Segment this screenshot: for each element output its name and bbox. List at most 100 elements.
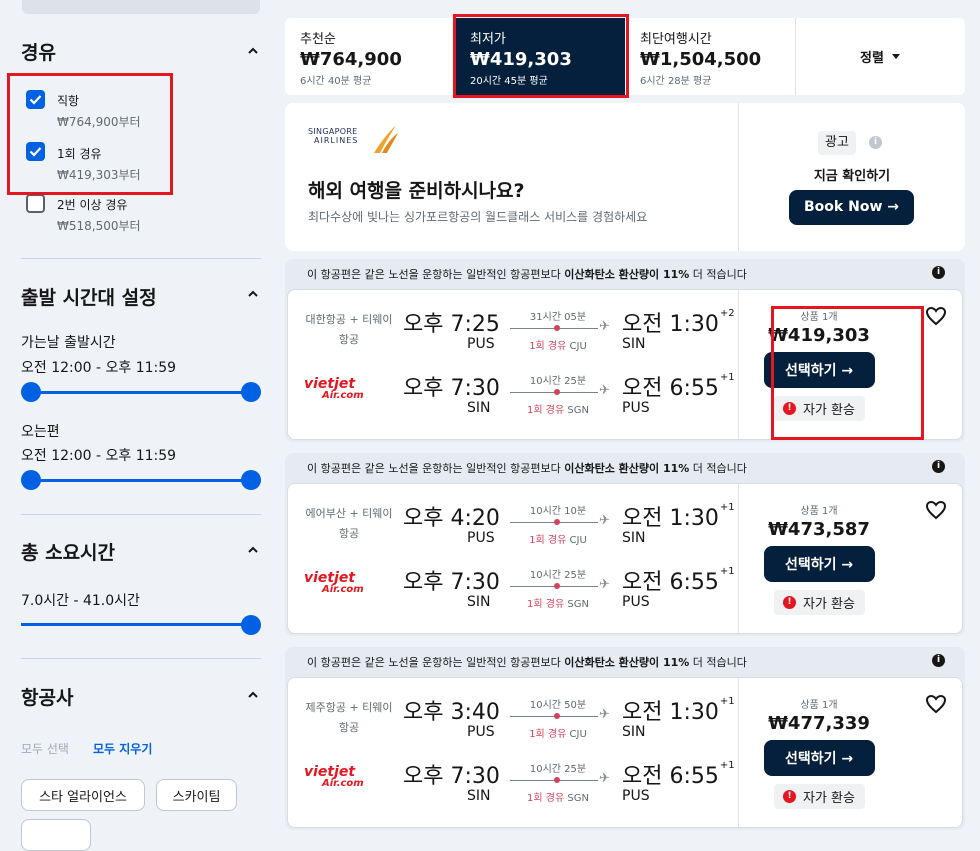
flight-card[interactable]: 제주항공 + 티웨이항공 오후 3:40 PUS 10시간 50분 ✈ 1회 경유 CJU…	[287, 677, 963, 828]
stop-count: 1회 경유	[529, 729, 567, 740]
select-all-link[interactable]: 모두 선택	[21, 740, 69, 757]
plane-icon: ✈	[599, 513, 610, 528]
chevron-up-icon[interactable]	[247, 689, 259, 701]
eco-text: 이 항공편은 같은 노선을 운항하는 일반적인 항공편보다	[307, 268, 565, 281]
ad-banner[interactable]: SINGAPORE AIRLINES 해외 여행을 준비하시나요? 최다수상에 …	[285, 103, 965, 251]
flight-card[interactable]: 에어부산 + 티웨이항공 오후 4:20 PUS 10시간 10분 ✈ 1회 경유 CJU…	[287, 483, 963, 634]
stop-dot	[554, 325, 560, 331]
slider-handle-min[interactable]	[21, 382, 41, 402]
outbound-slider-track[interactable]	[31, 391, 251, 394]
plane-icon: ✈	[599, 319, 610, 334]
eco-text: 이 항공편은 같은 노선을 운항하는 일반적인 항공편보다	[307, 656, 565, 669]
info-icon[interactable]: i	[932, 266, 945, 279]
departure-airport: PUS	[467, 336, 495, 352]
price: ₩473,587	[768, 519, 870, 540]
tab-price: ₩764,900	[300, 49, 402, 70]
stop-info: 1회 경유 CJU	[510, 531, 606, 546]
time-text: 오후 4:20	[403, 506, 500, 531]
arrival-airport: PUS	[622, 400, 650, 416]
arrival-airport: PUS	[622, 788, 650, 804]
carrier-name: 제주항공 + 티웨이항공	[305, 701, 393, 734]
info-icon[interactable]: i	[869, 136, 882, 149]
tab-recommended[interactable]: 추천순 ₩764,900 6시간 40분 평균	[285, 18, 455, 95]
return-time-range: 오전 12:00 - 오후 11:59	[21, 448, 177, 464]
tab-title: 최단여행시간	[640, 32, 712, 47]
chevron-up-icon[interactable]	[247, 544, 259, 556]
day-offset: +1	[719, 696, 735, 707]
heart-icon[interactable]	[924, 498, 948, 522]
stop-count: 1회 경유	[527, 793, 565, 804]
departure-time: 오후 4:20	[403, 500, 500, 532]
stop-info: 1회 경유 CJU	[510, 337, 606, 352]
slider-handle-max[interactable]	[241, 615, 261, 635]
badge-label: 자가 환승	[803, 597, 855, 612]
time-text: 오전 6:55	[622, 764, 719, 789]
sort-dropdown[interactable]: 정렬	[796, 18, 965, 95]
leg-duration: 10시간 10분	[529, 506, 587, 517]
time-text: 오후 7:30	[403, 570, 500, 595]
alliance-star-alliance[interactable]: 스타 얼라이언스	[21, 779, 145, 811]
arrival-time: 오전 1:30+1	[622, 500, 735, 532]
leg-duration: 31시간 05분	[529, 312, 587, 323]
leg-duration: 10시간 25분	[529, 376, 587, 387]
clear-all-link[interactable]: 모두 지우기	[93, 740, 152, 757]
tab-fastest[interactable]: 최단여행시간 ₩1,504,500 6시간 28분 평균	[625, 18, 795, 95]
book-now-button[interactable]: Book Now →	[789, 190, 914, 225]
chevron-up-icon[interactable]	[247, 288, 259, 300]
info-icon[interactable]: i	[932, 654, 945, 667]
self-transfer-badge[interactable]: ! 자가 환승	[773, 590, 865, 615]
departure-time: 오후 7:25	[403, 306, 500, 338]
divider	[21, 514, 261, 515]
price-column: 상품 1개 ₩477,339 선택하기 →! 자가 환승	[739, 696, 899, 809]
info-icon[interactable]: i	[932, 460, 945, 473]
alliance-pill[interactable]	[21, 819, 91, 851]
eco-notice: 이 항공편은 같은 노선을 운항하는 일반적인 항공편보다 이산화탄소 환산량이…	[307, 266, 747, 282]
deals-count: 상품 1개	[800, 506, 838, 517]
top-button[interactable]	[22, 0, 260, 14]
heart-icon[interactable]	[924, 692, 948, 716]
alliance-skyteam[interactable]: 스카이팀	[156, 779, 237, 811]
slider-handle-max[interactable]	[241, 382, 261, 402]
checkbox-two-plus-stops[interactable]	[26, 194, 45, 213]
vietjet-logo: vietjet Air.com	[304, 570, 364, 595]
price-column: 상품 1개 ₩473,587 선택하기 → ! 자가 환승	[739, 502, 899, 615]
via-airport: CJU	[569, 341, 587, 352]
eco-highlight: 이산화탄소 환산량이 11%	[564, 656, 690, 669]
time-text: 오전 6:55	[622, 570, 719, 595]
chevron-up-icon[interactable]	[247, 45, 259, 57]
leg-duration: 10시간 25분	[529, 764, 587, 775]
via-airport: CJU	[569, 535, 587, 546]
select-button[interactable]: 선택하기 →	[763, 740, 875, 776]
leg-duration: 10시간 50분	[529, 700, 587, 711]
day-offset: +1	[719, 566, 735, 577]
departure-airport: SIN	[467, 594, 491, 610]
return-slider-track[interactable]	[31, 479, 251, 482]
day-offset: +1	[719, 760, 735, 771]
departure-airport: SIN	[467, 400, 491, 416]
duration-range: 7.0시간 - 41.0시간	[21, 593, 140, 609]
outbound-time-range: 오전 12:00 - 오후 11:59	[21, 360, 177, 376]
departure-time-title: 출발 시간대 설정	[21, 287, 157, 309]
select-button[interactable]: 선택하기 →	[763, 546, 875, 582]
self-transfer-badge[interactable]: ! 자가 환승	[773, 784, 865, 809]
stop-dot	[554, 583, 560, 589]
heart-icon[interactable]	[924, 304, 948, 328]
stop-dot	[554, 713, 560, 719]
departure-time: 오후 7:30	[403, 564, 500, 596]
result-item: 이 항공편은 같은 노선을 운항하는 일반적인 항공편보다 이산화탄소 환산량이…	[285, 647, 965, 830]
stop-dot	[554, 519, 560, 525]
divider	[21, 658, 261, 659]
eco-highlight: 이산화탄소 환산량이 11%	[564, 268, 690, 281]
eco-notice: 이 항공편은 같은 노선을 운항하는 일반적인 항공편보다 이산화탄소 환산량이…	[307, 654, 747, 670]
slider-handle-min[interactable]	[21, 470, 41, 490]
scroll-edge	[973, 0, 980, 827]
airlines-title: 항공사	[21, 687, 74, 709]
stop-option-price: ₩518,500부터	[57, 219, 141, 233]
duration-slider-track[interactable]	[21, 623, 251, 626]
time-text: 오후 7:30	[403, 376, 500, 401]
singapore-airlines-logo: SINGAPORE AIRLINES	[308, 125, 398, 153]
stops-title: 경유	[21, 42, 56, 64]
highlight-box	[7, 73, 173, 195]
slider-handle-max[interactable]	[241, 470, 261, 490]
via-airport: CJU	[569, 729, 587, 740]
